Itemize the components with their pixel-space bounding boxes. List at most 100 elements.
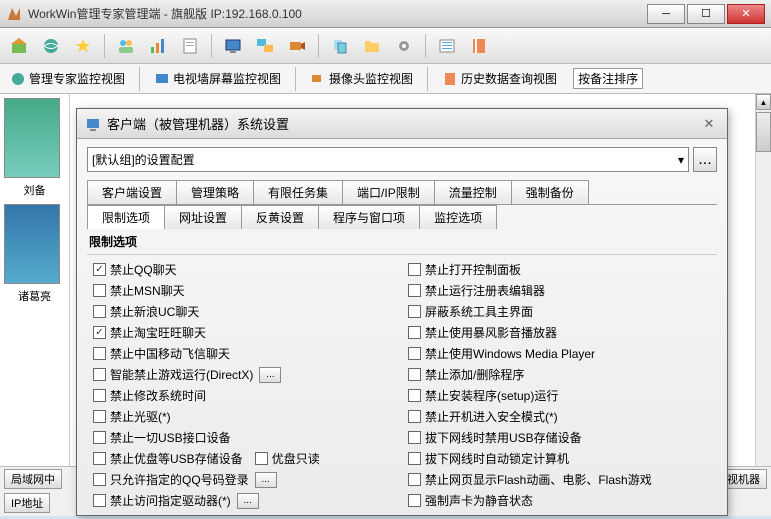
dialog-tab[interactable]: 程序与窗口项 [318,205,420,229]
separator [295,67,296,91]
checkbox[interactable] [93,494,106,507]
checkbox[interactable] [408,326,421,339]
checkbox[interactable] [93,410,106,423]
tool-screens-icon[interactable] [252,33,278,59]
option-label: 禁止网页显示Flash动画、电影、Flash游戏 [425,471,652,488]
option-row: 禁止QQ聊天 [87,259,402,280]
option-row: 拔下网线时禁用USB存储设备 [402,427,717,448]
checkbox[interactable] [408,494,421,507]
checkbox[interactable] [408,473,421,486]
separator [427,67,428,91]
client-thumb[interactable] [4,204,60,284]
checkbox[interactable] [93,284,106,297]
option-row: 禁止打开控制面板 [402,259,717,280]
dialog-tab[interactable]: 管理策略 [176,180,254,204]
separator [318,34,319,58]
view-tab-history[interactable]: 历史数据查询视图 [438,68,561,89]
separator [425,34,426,58]
view-tab-camera[interactable]: 摄像头监控视图 [306,68,417,89]
option-row: 禁止开机进入安全模式(*) [402,406,717,427]
dialog-close-button[interactable]: ✕ [699,115,719,133]
tool-doc-icon[interactable] [177,33,203,59]
dialog-tab[interactable]: 流量控制 [434,180,512,204]
tool-list-icon[interactable] [434,33,460,59]
options-left-column: 禁止QQ聊天禁止MSN聊天禁止新浪UC聊天禁止淘宝旺旺聊天禁止中国移动飞信聊天智… [87,259,402,511]
vertical-scrollbar[interactable]: ▲ [755,94,771,466]
checkbox[interactable] [93,473,106,486]
dialog-tabs-row1: 客户端设置管理策略有限任务集端口/IP限制流量控制强制备份 [87,180,717,205]
dialog-tab[interactable]: 监控选项 [419,205,497,229]
checkbox[interactable] [93,368,106,381]
browse-button[interactable]: ... [693,147,717,172]
configure-button[interactable]: ... [259,367,281,383]
dialog-tab[interactable]: 反黄设置 [241,205,319,229]
tool-gear-icon[interactable] [391,33,417,59]
checkbox[interactable] [93,452,106,465]
checkbox[interactable] [408,347,421,360]
checkbox[interactable] [408,284,421,297]
option-label: 禁止淘宝旺旺聊天 [110,324,206,341]
bottom-tab-ip[interactable]: IP地址 [4,493,50,513]
tool-folder-icon[interactable] [359,33,385,59]
tool-screen-icon[interactable] [220,33,246,59]
tool-home-icon[interactable] [6,33,32,59]
config-group-dropdown[interactable]: [默认组]的设置配置 ▾ [87,147,689,172]
options-right-column: 禁止打开控制面板禁止运行注册表编辑器屏蔽系统工具主界面禁止使用暴风影音播放器禁止… [402,259,717,511]
checkbox[interactable] [93,431,106,444]
tool-camera-icon[interactable] [284,33,310,59]
tool-globe-icon[interactable] [38,33,64,59]
option-row: 禁止修改系统时间 [87,385,402,406]
client-thumb[interactable] [4,98,60,178]
scroll-thumb[interactable] [756,112,771,152]
checkbox[interactable] [408,368,421,381]
view-tab-label: 摄像头监控视图 [329,70,413,87]
tool-star-icon[interactable] [70,33,96,59]
option-row: 拔下网线时自动锁定计算机 [402,448,717,469]
view-tab-tvwall[interactable]: 电视墙屏幕监控视图 [150,68,285,89]
dialog-tab[interactable]: 网址设置 [164,205,242,229]
minimize-button[interactable]: ─ [647,4,685,24]
checkbox[interactable] [408,263,421,276]
dialog-tab[interactable]: 强制备份 [511,180,589,204]
option-label: 禁止开机进入安全模式(*) [425,408,558,425]
main-toolbar [0,28,771,64]
checkbox[interactable] [93,305,106,318]
tool-book-icon[interactable] [466,33,492,59]
dialog-tab[interactable]: 客户端设置 [87,180,177,204]
tool-users-icon[interactable] [113,33,139,59]
checkbox[interactable] [408,305,421,318]
option-label: 禁止QQ聊天 [110,261,177,278]
maximize-button[interactable]: ☐ [687,4,725,24]
tool-copy-icon[interactable] [327,33,353,59]
option-label: 禁止运行注册表编辑器 [425,282,545,299]
titlebar: WorkWin管理专家管理端 - 旗舰版 IP:192.168.0.100 ─ … [0,0,771,28]
option-label: 拔下网线时禁用USB存储设备 [425,429,582,446]
option-label: 禁止优盘等USB存储设备 [110,450,243,467]
configure-button[interactable]: ... [255,472,277,488]
checkbox[interactable] [408,431,421,444]
checkbox[interactable] [408,452,421,465]
sort-dropdown[interactable]: 按备注排序 [573,68,643,89]
checkbox[interactable] [255,452,268,465]
dialog-tab[interactable]: 端口/IP限制 [342,180,435,204]
checkbox[interactable] [408,389,421,402]
checkbox[interactable] [93,347,106,360]
close-button[interactable]: ✕ [727,4,765,24]
configure-button[interactable]: ... [237,493,259,509]
checkbox[interactable] [93,263,106,276]
checkbox[interactable] [93,326,106,339]
option-label: 强制声卡为静音状态 [425,492,533,509]
dialog-tab[interactable]: 有限任务集 [253,180,343,204]
checkbox[interactable] [408,410,421,423]
bottom-tab-lan[interactable]: 局域网中 [4,469,62,489]
view-tab-expert[interactable]: 管理专家监控视图 [6,68,129,89]
client-label: 诸葛亮 [4,288,65,304]
app-icon [6,6,22,22]
scroll-up-icon[interactable]: ▲ [756,94,771,110]
option-label: 拔下网线时自动锁定计算机 [425,450,569,467]
dialog-tab[interactable]: 限制选项 [87,205,165,229]
checkbox[interactable] [93,389,106,402]
tool-chart-icon[interactable] [145,33,171,59]
option-row: 智能禁止游戏运行(DirectX)... [87,364,402,385]
separator [104,34,105,58]
